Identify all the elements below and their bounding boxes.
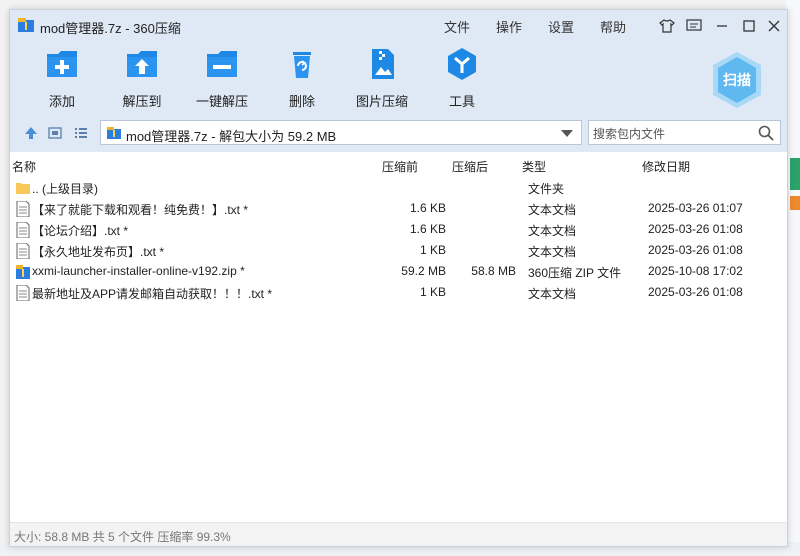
- toolbar: 添加 解压到 一键解压 删除 图片压缩 工具 扫描: [10, 42, 787, 112]
- image-compress-icon: [372, 49, 394, 79]
- background-strip: [790, 158, 800, 190]
- text-file-icon: [16, 285, 30, 301]
- tools-icon: [448, 48, 476, 80]
- list-item[interactable]: 【论坛介绍】.txt * 1.6 KB 文本文档 2025-03-26 01:0…: [10, 219, 787, 240]
- archive-app-icon: [18, 18, 34, 32]
- delete-icon: [293, 52, 311, 78]
- skin-icon[interactable]: [657, 16, 677, 36]
- scan-button[interactable]: 扫描: [710, 50, 764, 110]
- path-combobox[interactable]: mod管理器.7z - 解包大小为 59.2 MB: [100, 120, 582, 145]
- text-file-icon: [16, 243, 30, 259]
- status-bar: 大小: 58.8 MB 共 5 个文件 压缩率 99.3%: [10, 522, 787, 546]
- column-modified[interactable]: 修改日期: [642, 158, 690, 175]
- scan-label: 扫描: [723, 72, 751, 89]
- status-text: 大小: 58.8 MB 共 5 个文件 压缩率 99.3%: [14, 530, 231, 544]
- column-name[interactable]: 名称: [12, 158, 36, 175]
- list-item[interactable]: xxmi-launcher-installer-online-v192.zip …: [10, 261, 787, 282]
- menu-help[interactable]: 帮助: [600, 17, 626, 36]
- list-item[interactable]: .. (上级目录) 文件夹: [10, 177, 787, 198]
- extract-to-button[interactable]: 解压到: [106, 46, 178, 110]
- menu-operation[interactable]: 操作: [496, 17, 522, 36]
- view-icon-mode[interactable]: [48, 126, 62, 140]
- menu-settings[interactable]: 设置: [548, 17, 574, 36]
- window-title: mod管理器.7z - 360压缩: [40, 21, 181, 36]
- image-compress-button[interactable]: 图片压缩: [346, 46, 418, 110]
- menu-file[interactable]: 文件: [444, 17, 470, 36]
- list-item[interactable]: 【来了就能下载和观看！纯免费！】.txt * 1.6 KB 文本文档 2025-…: [10, 198, 787, 219]
- feedback-icon[interactable]: [684, 16, 704, 36]
- maximize-icon[interactable]: [739, 16, 759, 36]
- extract-to-icon: [127, 51, 157, 77]
- title-bar: mod管理器.7z - 360压缩 文件 操作 设置 帮助: [10, 10, 787, 42]
- folder-icon: [16, 183, 30, 194]
- background-desktop: [786, 0, 800, 556]
- archive-window: mod管理器.7z - 360压缩 文件 操作 设置 帮助 添加 解压到 一键解…: [9, 9, 788, 547]
- add-button[interactable]: 添加: [26, 46, 98, 110]
- archive-file-icon: [107, 127, 121, 139]
- one-click-extract-button[interactable]: 一键解压: [186, 46, 258, 110]
- address-bar: mod管理器.7z - 解包大小为 59.2 MB: [10, 112, 787, 152]
- column-size-after[interactable]: 压缩后: [452, 158, 488, 175]
- text-file-icon: [16, 222, 30, 238]
- one-click-extract-icon: [207, 51, 237, 77]
- up-arrow-icon[interactable]: [24, 126, 38, 140]
- search-icon[interactable]: [758, 125, 774, 141]
- chevron-down-icon[interactable]: [561, 130, 573, 137]
- zip-file-icon: [16, 265, 30, 279]
- search-box[interactable]: [588, 120, 781, 145]
- column-type[interactable]: 类型: [522, 158, 546, 175]
- add-icon: [47, 51, 77, 77]
- list-item[interactable]: 【永久地址发布页】.txt * 1 KB 文本文档 2025-03-26 01:…: [10, 240, 787, 261]
- column-header: 名称 压缩前 压缩后 类型 修改日期: [10, 156, 787, 176]
- delete-button[interactable]: 删除: [266, 46, 338, 110]
- background-strip: [790, 196, 800, 210]
- text-file-icon: [16, 201, 30, 217]
- list-item[interactable]: 最新地址及APP请发邮箱自动获取！！！.txt * 1 KB 文本文档 2025…: [10, 282, 787, 303]
- path-text: mod管理器.7z - 解包大小为 59.2 MB: [126, 129, 337, 144]
- tools-button[interactable]: 工具: [426, 46, 498, 110]
- search-input[interactable]: [591, 124, 755, 143]
- view-list-icon[interactable]: [74, 126, 88, 140]
- minimize-icon[interactable]: [712, 16, 732, 36]
- column-size-before[interactable]: 压缩前: [382, 158, 418, 175]
- close-icon[interactable]: [764, 16, 784, 36]
